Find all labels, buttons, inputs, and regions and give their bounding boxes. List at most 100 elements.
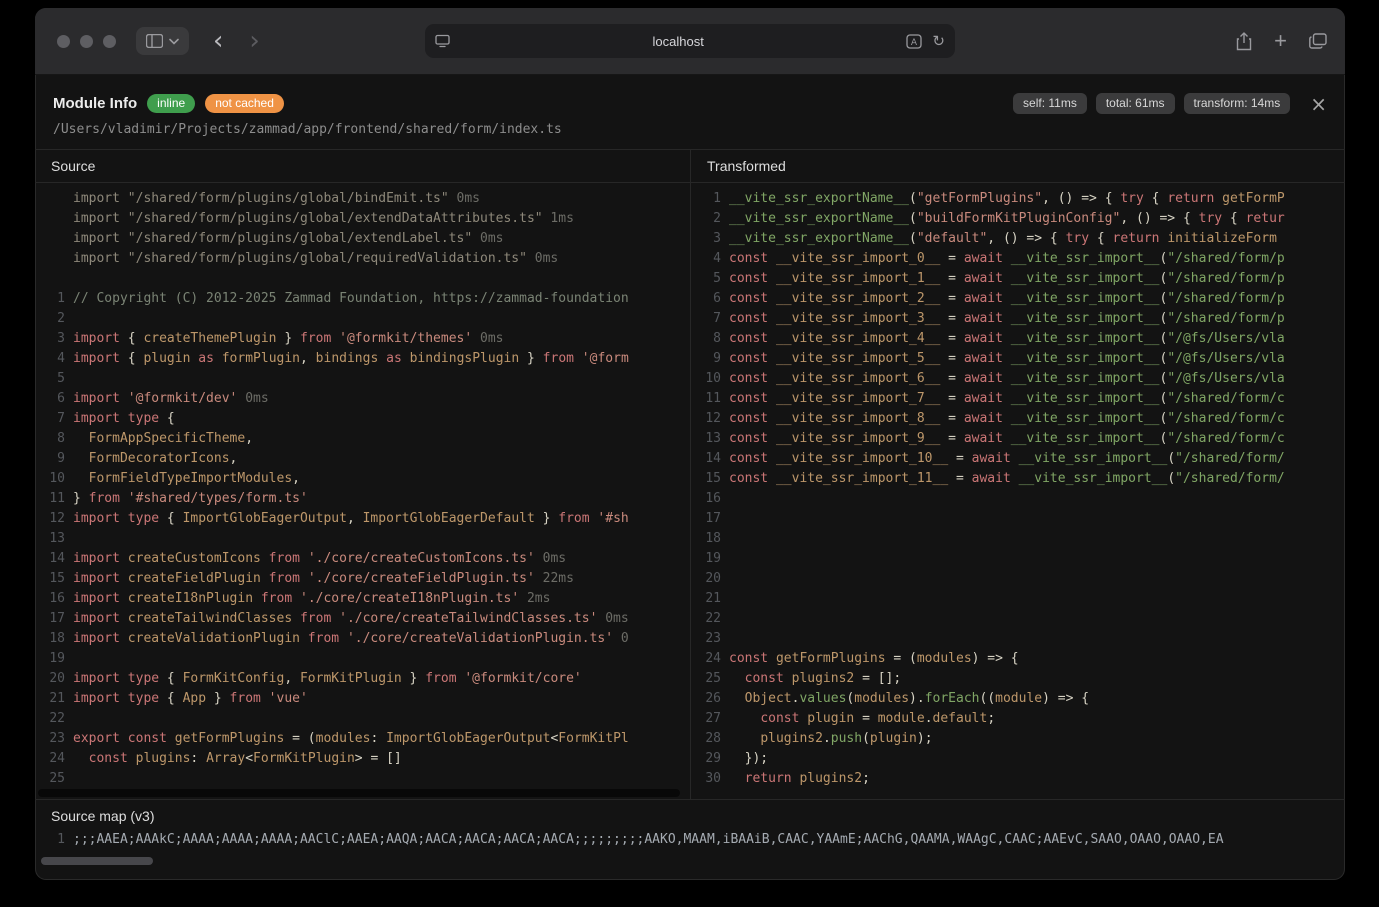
line-number: 29 bbox=[691, 749, 721, 769]
code-text: export const getFormPlugins = (modules: … bbox=[73, 729, 629, 749]
code-text: __vite_ssr_exportName__("getFormPlugins"… bbox=[729, 189, 1285, 209]
code-line: 7import type { bbox=[35, 409, 690, 429]
line-number: 4 bbox=[35, 349, 65, 369]
total-time-badge: total: 61ms bbox=[1096, 93, 1175, 114]
code-text: const __vite_ssr_import_2__ = await __vi… bbox=[729, 289, 1285, 309]
code-text: const plugins2 = []; bbox=[729, 669, 901, 689]
code-line: 9const __vite_ssr_import_5__ = await __v… bbox=[691, 349, 1345, 369]
code-line: 30 return plugins2; bbox=[691, 769, 1345, 789]
code-text: import { createThemePlugin } from '@form… bbox=[73, 329, 504, 349]
code-line: 11const __vite_ssr_import_7__ = await __… bbox=[691, 389, 1345, 409]
code-line: 24 const plugins: Array<FormKitPlugin> =… bbox=[35, 749, 690, 769]
code-line: 9 FormDecoratorIcons, bbox=[35, 449, 690, 469]
code-text: import createTailwindClasses from './cor… bbox=[73, 609, 629, 629]
code-line: 25 bbox=[35, 769, 690, 789]
line-number: 2 bbox=[691, 209, 721, 229]
line-number: 23 bbox=[691, 629, 721, 649]
code-text: plugins2.push(plugin); bbox=[729, 729, 933, 749]
code-line: 12const __vite_ssr_import_8__ = await __… bbox=[691, 409, 1345, 429]
code-text: const plugins: Array<FormKitPlugin> = [] bbox=[73, 749, 402, 769]
code-text: const plugin = module.default; bbox=[729, 709, 995, 729]
translate-icon[interactable]: A bbox=[906, 34, 922, 49]
code-line: 1__vite_ssr_exportName__("getFormPlugins… bbox=[691, 189, 1345, 209]
code-line: 17 bbox=[691, 509, 1345, 529]
sidebar-icon bbox=[146, 34, 163, 48]
code-text: import '@formkit/dev' 0ms bbox=[73, 389, 269, 409]
back-button[interactable]: ‹ bbox=[213, 31, 223, 51]
reload-icon[interactable]: ↻ bbox=[932, 32, 945, 50]
sidebar-toggle-button[interactable] bbox=[136, 27, 189, 55]
line-number: 7 bbox=[35, 409, 65, 429]
line-number: 25 bbox=[691, 669, 721, 689]
address-bar-actions: A ↻ bbox=[906, 32, 945, 50]
code-line: 7const __vite_ssr_import_3__ = await __v… bbox=[691, 309, 1345, 329]
line-number: 28 bbox=[691, 729, 721, 749]
code-text: import "/shared/form/plugins/global/exte… bbox=[73, 209, 574, 229]
code-text: import createFieldPlugin from './core/cr… bbox=[73, 569, 574, 589]
code-text: FormFieldTypeImportModules, bbox=[73, 469, 300, 489]
sourcemap-scrollbar-thumb[interactable] bbox=[41, 857, 153, 865]
line-number: 8 bbox=[691, 329, 721, 349]
line-number: 1 bbox=[35, 830, 65, 850]
code-text: const __vite_ssr_import_9__ = await __vi… bbox=[729, 429, 1285, 449]
line-number: 18 bbox=[35, 629, 65, 649]
close-window-button[interactable] bbox=[57, 35, 70, 48]
code-line: 13 bbox=[35, 529, 690, 549]
source-horizontal-scrollbar[interactable] bbox=[38, 789, 680, 797]
code-text: const __vite_ssr_import_4__ = await __vi… bbox=[729, 329, 1285, 349]
close-icon[interactable]: × bbox=[1310, 96, 1327, 112]
line-number bbox=[35, 189, 65, 209]
code-line: 1;;;AAEA;AAAkC;AAAA;AAAA;AAAA;AAClC;AAEA… bbox=[35, 830, 1345, 850]
cache-status-badge: not cached bbox=[205, 94, 284, 113]
code-text: __vite_ssr_exportName__("default", () =>… bbox=[729, 229, 1277, 249]
transformed-panel[interactable]: 1__vite_ssr_exportName__("getFormPlugins… bbox=[690, 183, 1345, 799]
code-line: 13 const __vite_ssr_import_9__ = await __… bbox=[691, 429, 1345, 449]
code-line: 15import createFieldPlugin from './core/… bbox=[35, 569, 690, 589]
page-title: Module Info bbox=[53, 95, 137, 112]
line-number: 25 bbox=[35, 769, 65, 789]
code-text: const __vite_ssr_import_3__ = await __vi… bbox=[729, 309, 1285, 329]
code-text: const __vite_ssr_import_6__ = await __vi… bbox=[729, 369, 1285, 389]
line-number: 10 bbox=[35, 469, 65, 489]
panel-headers: Source Transformed bbox=[35, 149, 1345, 183]
code-text: const __vite_ssr_import_11__ = await __v… bbox=[729, 469, 1285, 489]
code-line: 4const __vite_ssr_import_0__ = await __v… bbox=[691, 249, 1345, 269]
new-tab-icon[interactable]: + bbox=[1274, 31, 1287, 51]
address-bar[interactable]: localhost A ↻ bbox=[425, 24, 955, 58]
minimize-window-button[interactable] bbox=[80, 35, 93, 48]
line-number: 19 bbox=[691, 549, 721, 569]
code-text: // Copyright (C) 2012-2025 Zammad Founda… bbox=[73, 289, 629, 309]
share-icon[interactable] bbox=[1236, 32, 1252, 51]
forward-button[interactable]: › bbox=[249, 31, 259, 51]
browser-window: ‹ › localhost A ↻ bbox=[35, 8, 1345, 880]
code-text: import createI18nPlugin from './core/cre… bbox=[73, 589, 550, 609]
line-number: 13 bbox=[691, 429, 721, 449]
zoom-window-button[interactable] bbox=[103, 35, 116, 48]
code-text: import type { FormKitConfig, FormKitPlug… bbox=[73, 669, 582, 689]
line-number: 5 bbox=[35, 369, 65, 389]
code-panels: import "/shared/form/plugins/global/bind… bbox=[35, 183, 1345, 799]
self-time-badge: self: 11ms bbox=[1013, 93, 1087, 114]
code-line: 19 bbox=[691, 549, 1345, 569]
code-line: 2 bbox=[35, 309, 690, 329]
line-number: 18 bbox=[691, 529, 721, 549]
code-text: __vite_ssr_exportName__("buildFormKitPlu… bbox=[729, 209, 1285, 229]
website-settings-icon[interactable] bbox=[435, 34, 450, 48]
line-number: 11 bbox=[691, 389, 721, 409]
code-line: import "/shared/form/plugins/global/requ… bbox=[35, 249, 690, 269]
transform-time-badge: transform: 14ms bbox=[1184, 93, 1291, 114]
tab-overview-icon[interactable] bbox=[1309, 33, 1327, 49]
code-text: import type { ImportGlobEagerOutput, Imp… bbox=[73, 509, 629, 529]
source-panel[interactable]: import "/shared/form/plugins/global/bind… bbox=[35, 183, 690, 799]
line-number: 19 bbox=[35, 649, 65, 669]
line-number bbox=[35, 229, 65, 249]
line-number: 8 bbox=[35, 429, 65, 449]
code-line: 20import type { FormKitConfig, FormKitPl… bbox=[35, 669, 690, 689]
line-number: 21 bbox=[691, 589, 721, 609]
code-line: 29 }); bbox=[691, 749, 1345, 769]
code-line: 23export const getFormPlugins = (modules… bbox=[35, 729, 690, 749]
line-number bbox=[35, 209, 65, 229]
code-text: import type { App } from 'vue' bbox=[73, 689, 308, 709]
code-line: 6const __vite_ssr_import_2__ = await __v… bbox=[691, 289, 1345, 309]
line-number: 24 bbox=[35, 749, 65, 769]
